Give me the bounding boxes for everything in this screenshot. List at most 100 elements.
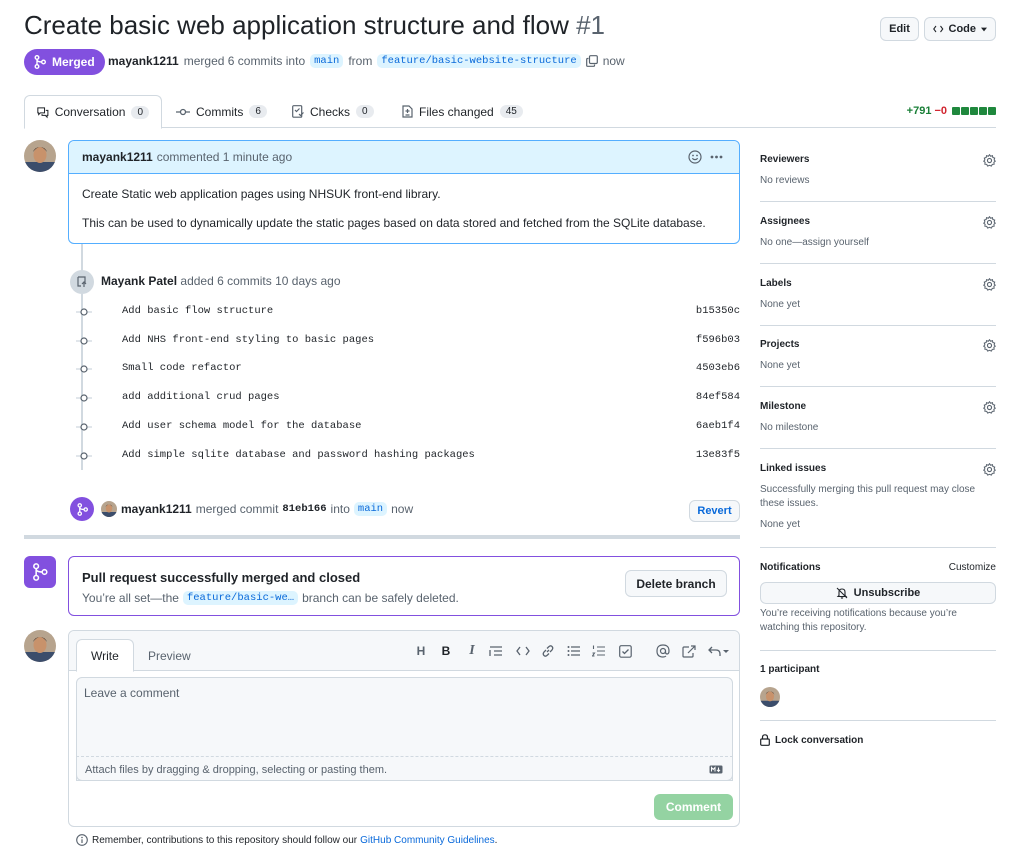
notifications-description: You’re receiving notifications because y… [760,608,957,633]
assignees-value[interactable]: No one—assign yourself [760,237,996,248]
commit-sha-link[interactable]: 6aeb1f4 [696,420,740,432]
comment-author[interactable]: mayank1211 [82,150,153,164]
commit-row: Small code refactor 4503eb6 [68,360,740,380]
tab-conversation[interactable]: Conversation 0 [24,95,162,129]
sidebar-linked-issues[interactable]: Linked issues Successfully merging this … [760,463,996,535]
code-button-label: Code [948,23,977,35]
commit-sha-link[interactable]: f596b03 [696,334,740,346]
user-avatar-image [24,140,56,172]
repo-push-badge [70,270,94,294]
labels-title: Labels [760,278,792,289]
assignees-title: Assignees [760,216,811,227]
sidebar-divider [760,386,996,387]
commit-sha-link[interactable]: b15350c [696,305,740,317]
commit-sha-link[interactable]: 4503eb6 [696,362,740,374]
head-branch-label[interactable]: feature/basic-website-structure [377,54,581,68]
pr-author-link[interactable]: mayank1211 [108,54,179,68]
diffstat-block [961,107,969,115]
revert-button-label: Revert [697,505,732,517]
pr-number: #1 [576,10,606,40]
git-commit-icon [76,308,92,316]
gear-icon[interactable] [983,216,996,229]
merge-target-branch[interactable]: main [353,502,388,516]
community-guidelines-link[interactable]: GitHub Community Guidelines [360,835,495,846]
sidebar-assignees[interactable]: Assignees No one—assign yourself [760,216,996,252]
sidebar-milestone[interactable]: Milestone No milestone [760,401,996,437]
revert-button[interactable]: Revert [689,500,740,522]
delete-branch-button[interactable]: Delete branch [625,570,727,597]
commit-message-link[interactable]: add additional crud pages [122,391,280,403]
tab-files-changed[interactable]: Files changed 45 [390,95,535,128]
merge-event-badge [70,497,94,521]
unordered-list-icon[interactable] [566,643,582,659]
commit-message-link[interactable]: Add NHS front-end styling to basic pages [122,334,374,346]
diffstat-bar [952,107,996,115]
task-list-icon[interactable] [617,643,633,659]
merge-status-text-before: You’re all set—the [82,591,179,605]
milestone-value: No milestone [760,422,819,433]
sidebar-projects[interactable]: Projects None yet [760,339,996,375]
gear-icon[interactable] [983,339,996,352]
bold-icon[interactable]: B [438,643,454,659]
git-commit-icon [176,108,190,115]
merge-status-text: You’re all set—the feature/basic-we… bra… [82,591,459,605]
tab-checks-count: 0 [356,105,374,118]
tab-checks[interactable]: Checks 0 [280,95,386,128]
page-title: Create basic web application structure a… [24,10,605,41]
commit-message-link[interactable]: Add user schema model for the database [122,420,361,432]
avatar[interactable] [101,501,117,517]
base-branch-label[interactable]: main [310,54,344,68]
commits-event-author[interactable]: Mayank Patel [101,274,177,288]
gear-icon[interactable] [983,463,996,476]
commit-message-link[interactable]: Small code refactor [122,362,242,374]
copy-icon[interactable] [585,55,598,67]
tab-preview[interactable]: Preview [134,639,205,672]
merge-status-title: Pull request successfully merged and clo… [82,570,361,585]
avatar[interactable] [24,630,56,662]
lock-conversation-link[interactable]: Lock conversation [760,734,863,746]
quote-icon[interactable] [488,643,504,659]
comment-submit-button[interactable]: Comment [654,794,733,820]
tab-commits[interactable]: Commits 6 [164,95,279,128]
tab-write-label: Write [91,648,119,663]
commit-sha-link[interactable]: 84ef584 [696,391,740,403]
merged-branch-label[interactable]: feature/basic-we… [182,591,299,605]
gear-icon[interactable] [983,154,996,167]
commit-message-link[interactable]: Add basic flow structure [122,305,273,317]
smiley-icon[interactable] [688,150,702,164]
sidebar-notifications: Notifications Customize Unsubscribe You’… [760,562,996,642]
merged-status-badge: Merged [24,49,105,75]
tab-write[interactable]: Write [76,639,134,672]
commit-message-link[interactable]: Add simple sqlite database and password … [122,449,475,461]
link-icon[interactable] [540,643,556,659]
editor-header: Write Preview H B I [69,631,739,672]
comment-discussion-icon [37,106,49,118]
diffstat-additions: +791 [906,105,932,117]
edit-button[interactable]: Edit [880,17,919,41]
ordered-list-icon[interactable] [591,643,607,659]
code-icon[interactable] [515,643,531,659]
mention-icon[interactable] [655,643,671,659]
merge-event-author[interactable]: mayank1211 [121,502,192,516]
avatar[interactable] [760,687,780,707]
merge-event-time: now [391,502,414,516]
unsubscribe-button[interactable]: Unsubscribe [760,582,996,604]
gear-icon[interactable] [983,401,996,414]
italic-icon[interactable]: I [464,643,480,659]
attach-files-bar[interactable]: Attach files by dragging & dropping, sel… [76,756,733,781]
linked-issues-description: Successfully merging this pull request m… [760,484,976,509]
merge-commit-sha-link[interactable]: 81eb166 [282,503,326,515]
avatar[interactable] [24,140,56,172]
sidebar-labels[interactable]: Labels None yet [760,278,996,314]
code-button[interactable]: Code [924,17,996,41]
kebab-horizontal-icon[interactable] [710,155,723,159]
sidebar-reviewers[interactable]: Reviewers No reviews [760,154,996,190]
commit-sha-link[interactable]: 13e83f5 [696,449,740,461]
cross-reference-icon[interactable] [681,643,697,659]
heading-icon[interactable]: H [413,643,429,659]
commit-row: Add NHS front-end styling to basic pages… [68,332,740,352]
notifications-customize-link[interactable]: Customize [949,562,996,573]
saved-replies-icon[interactable] [707,643,731,659]
gear-icon[interactable] [983,278,996,291]
timeline-end-divider [24,535,740,539]
